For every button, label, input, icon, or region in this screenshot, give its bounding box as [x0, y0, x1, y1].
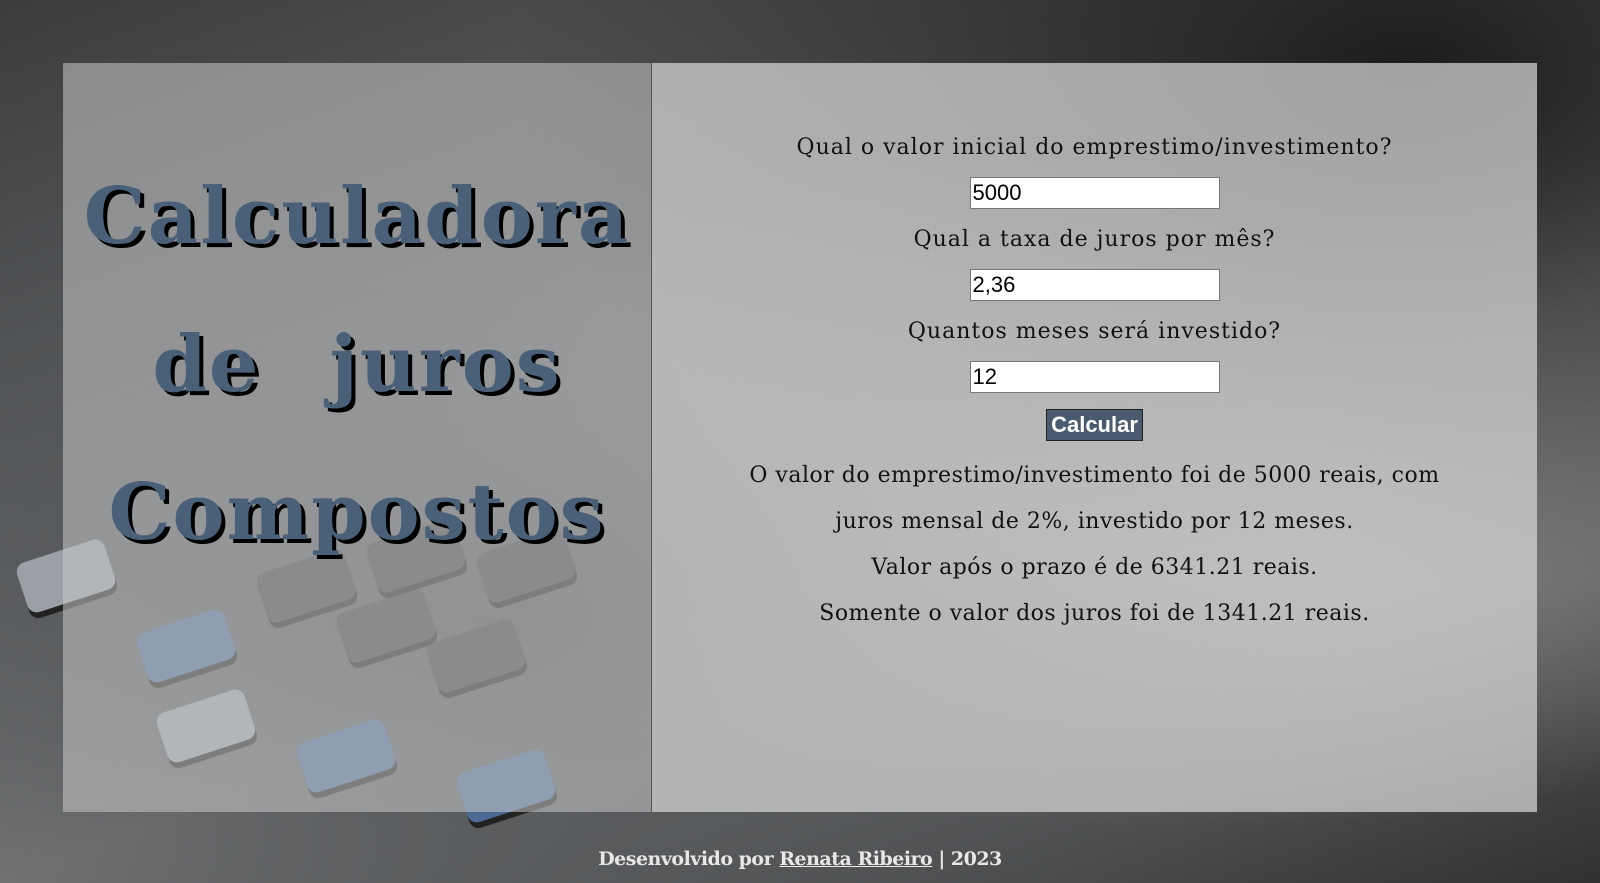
calculate-button[interactable]: Calcular: [1046, 409, 1143, 441]
footer-prefix: Desenvolvido por: [598, 848, 774, 870]
result-block: O valor do emprestimo/investimento foi d…: [749, 453, 1439, 637]
result-line-1: O valor do emprestimo/investimento foi d…: [749, 463, 1440, 488]
form-panel: Qual o valor inicial do emprestimo/inves…: [652, 63, 1537, 812]
result-line-4: Somente o valor dos juros foi de 1341.21…: [819, 601, 1370, 626]
rate-input[interactable]: [969, 269, 1220, 301]
title-line-2: de juros: [152, 319, 562, 410]
title-panel: Calculadora de juros Compostos: [63, 63, 652, 812]
title-line-3: Compostos: [108, 467, 606, 558]
footer-suffix: | 2023: [938, 848, 1002, 870]
footer: Desenvolvido por Renata Ribeiro | 2023: [0, 848, 1600, 870]
author-link[interactable]: Renata Ribeiro: [779, 848, 933, 870]
calculator-card: Calculadora de juros Compostos Qual o va…: [63, 63, 1537, 812]
result-line-2: juros mensal de 2%, investido por 12 mes…: [835, 509, 1354, 534]
rate-label: Qual a taxa de juros por mês?: [913, 227, 1276, 252]
result-line-3: Valor após o prazo é de 6341.21 reais.: [871, 555, 1318, 580]
initial-value-label: Qual o valor inicial do emprestimo/inves…: [796, 135, 1393, 160]
months-label: Quantos meses será investido?: [907, 319, 1282, 344]
months-input[interactable]: [969, 361, 1220, 393]
title-line-1: Calculadora: [83, 171, 631, 262]
initial-value-input[interactable]: [969, 177, 1220, 209]
